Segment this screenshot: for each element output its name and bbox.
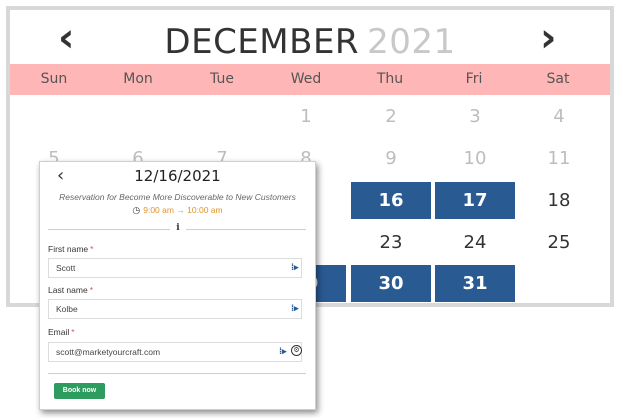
info-icon[interactable]: i: [170, 223, 186, 235]
time-label: 9:00 am → 10:00 am: [143, 205, 223, 215]
calendar-day: 18: [547, 190, 571, 211]
last-name-field[interactable]: Kolbe ⁞▸: [48, 299, 302, 319]
calendar-day: 25: [547, 232, 571, 253]
first-name-label-text: First name: [48, 244, 89, 254]
calendar-day: 24: [463, 232, 487, 253]
weekday-label: Tue: [210, 71, 234, 87]
first-name-value: Scott: [56, 263, 76, 273]
available-day[interactable]: 30: [351, 265, 431, 302]
next-month-button[interactable]: ›: [540, 18, 556, 58]
weekday-label: Sun: [40, 71, 68, 87]
past-day: 10: [463, 148, 487, 169]
autofill-icon[interactable]: ⁞▸: [279, 346, 287, 357]
required-mark: *: [90, 244, 94, 254]
weekday-label: Sat: [546, 71, 570, 87]
email-label-text: Email: [48, 327, 70, 337]
divider: [48, 373, 306, 374]
calendar-day: 23: [379, 232, 403, 253]
weekday-header: Sun Mon Tue Wed Thu Fri Sat: [10, 64, 610, 95]
weekday-label: Thu: [376, 71, 404, 87]
password-manager-icon[interactable]: ⚙: [291, 345, 302, 356]
booking-popup: ‹ 12/16/2021 Reservation for Become More…: [39, 161, 316, 410]
email-field[interactable]: scott@marketyourcraft.com ⁞▸ ⚙: [48, 342, 302, 362]
clock-icon: ◷: [132, 205, 141, 215]
past-day: 9: [385, 148, 397, 169]
email-label: Email *: [48, 327, 75, 337]
chevron-right-icon: ›: [540, 15, 557, 61]
available-day[interactable]: 16: [351, 182, 431, 219]
autofill-icon[interactable]: ⁞▸: [291, 303, 299, 314]
past-day: 2: [385, 106, 397, 127]
calendar-header: ‹ DECEMBER 2021 ›: [10, 10, 610, 64]
last-name-label: Last name *: [48, 285, 93, 295]
weekday-label: Wed: [290, 71, 322, 87]
last-name-label-text: Last name: [48, 285, 88, 295]
required-mark: *: [71, 327, 75, 337]
reservation-description: Reservation for Become More Discoverable…: [59, 192, 296, 202]
month-label: DECEMBER: [164, 22, 360, 62]
past-day: 11: [547, 148, 571, 169]
weekday-label: Mon: [123, 71, 153, 87]
autofill-icon[interactable]: ⁞▸: [291, 262, 299, 273]
popup-date: 12/16/2021: [134, 167, 221, 185]
year-label: 2021: [367, 22, 456, 62]
available-day[interactable]: 17: [435, 182, 515, 219]
first-name-field[interactable]: Scott ⁞▸: [48, 258, 302, 278]
weekday-label: Fri: [465, 71, 483, 87]
first-name-label: First name *: [48, 244, 93, 254]
month-year-title: DECEMBER 2021: [10, 22, 610, 62]
last-name-value: Kolbe: [56, 304, 78, 314]
required-mark: *: [89, 285, 94, 295]
book-now-button[interactable]: Book now: [54, 383, 105, 399]
past-day: 1: [300, 106, 312, 127]
past-day: 4: [553, 106, 565, 127]
available-day[interactable]: 31: [435, 265, 515, 302]
past-day: 3: [469, 106, 481, 127]
email-value: scott@marketyourcraft.com: [56, 347, 161, 357]
reservation-time: ◷ 9:00 am → 10:00 am: [40, 205, 315, 216]
